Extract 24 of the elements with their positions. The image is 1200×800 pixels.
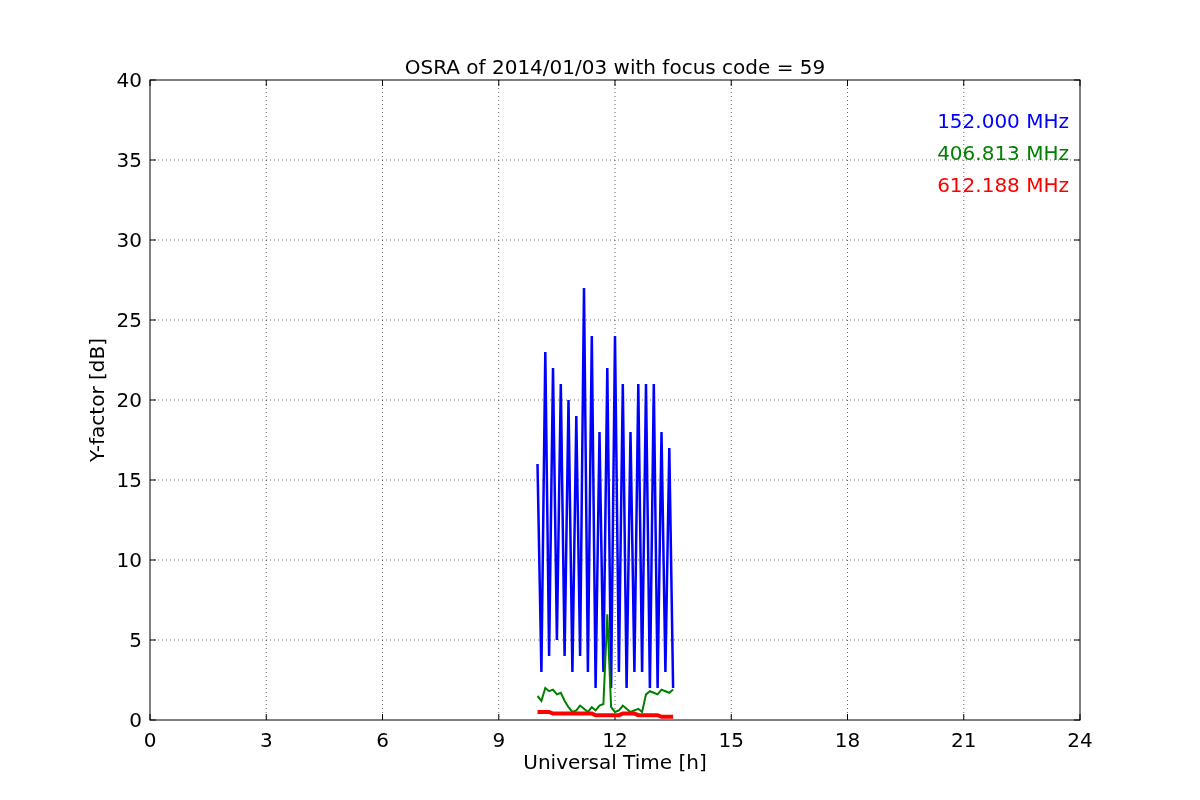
legend-label: 152.000 MHz (937, 109, 1069, 133)
y-tick-label: 40 (116, 68, 142, 92)
legend-label: 406.813 MHz (937, 141, 1069, 165)
x-tick-label: 24 (1067, 728, 1093, 752)
x-tick-label: 12 (602, 728, 628, 752)
y-tick-label: 10 (116, 548, 142, 572)
y-tick-label: 30 (116, 228, 142, 252)
x-axis-label: Universal Time [h] (523, 750, 707, 774)
x-tick-label: 6 (376, 728, 389, 752)
x-tick-label: 3 (259, 728, 273, 752)
y-axis-label: Y-factor [dB] (85, 338, 109, 462)
y-tick-label: 15 (116, 468, 142, 492)
x-tick-label: 15 (718, 728, 744, 752)
y-tick-label: 35 (116, 148, 142, 172)
chart-title: OSRA of 2014/01/03 with focus code = 59 (404, 55, 826, 79)
y-tick-label: 20 (116, 388, 142, 412)
legend-label: 612.188 MHz (937, 173, 1069, 197)
y-tick-label: 25 (116, 308, 142, 332)
x-tick-label: 18 (834, 728, 861, 752)
y-tick-label: 5 (129, 628, 142, 652)
x-tick-label: 0 (143, 728, 157, 752)
x-tick-label: 21 (951, 728, 977, 752)
y-tick-label: 0 (129, 708, 142, 732)
x-tick-label: 9 (492, 728, 506, 752)
